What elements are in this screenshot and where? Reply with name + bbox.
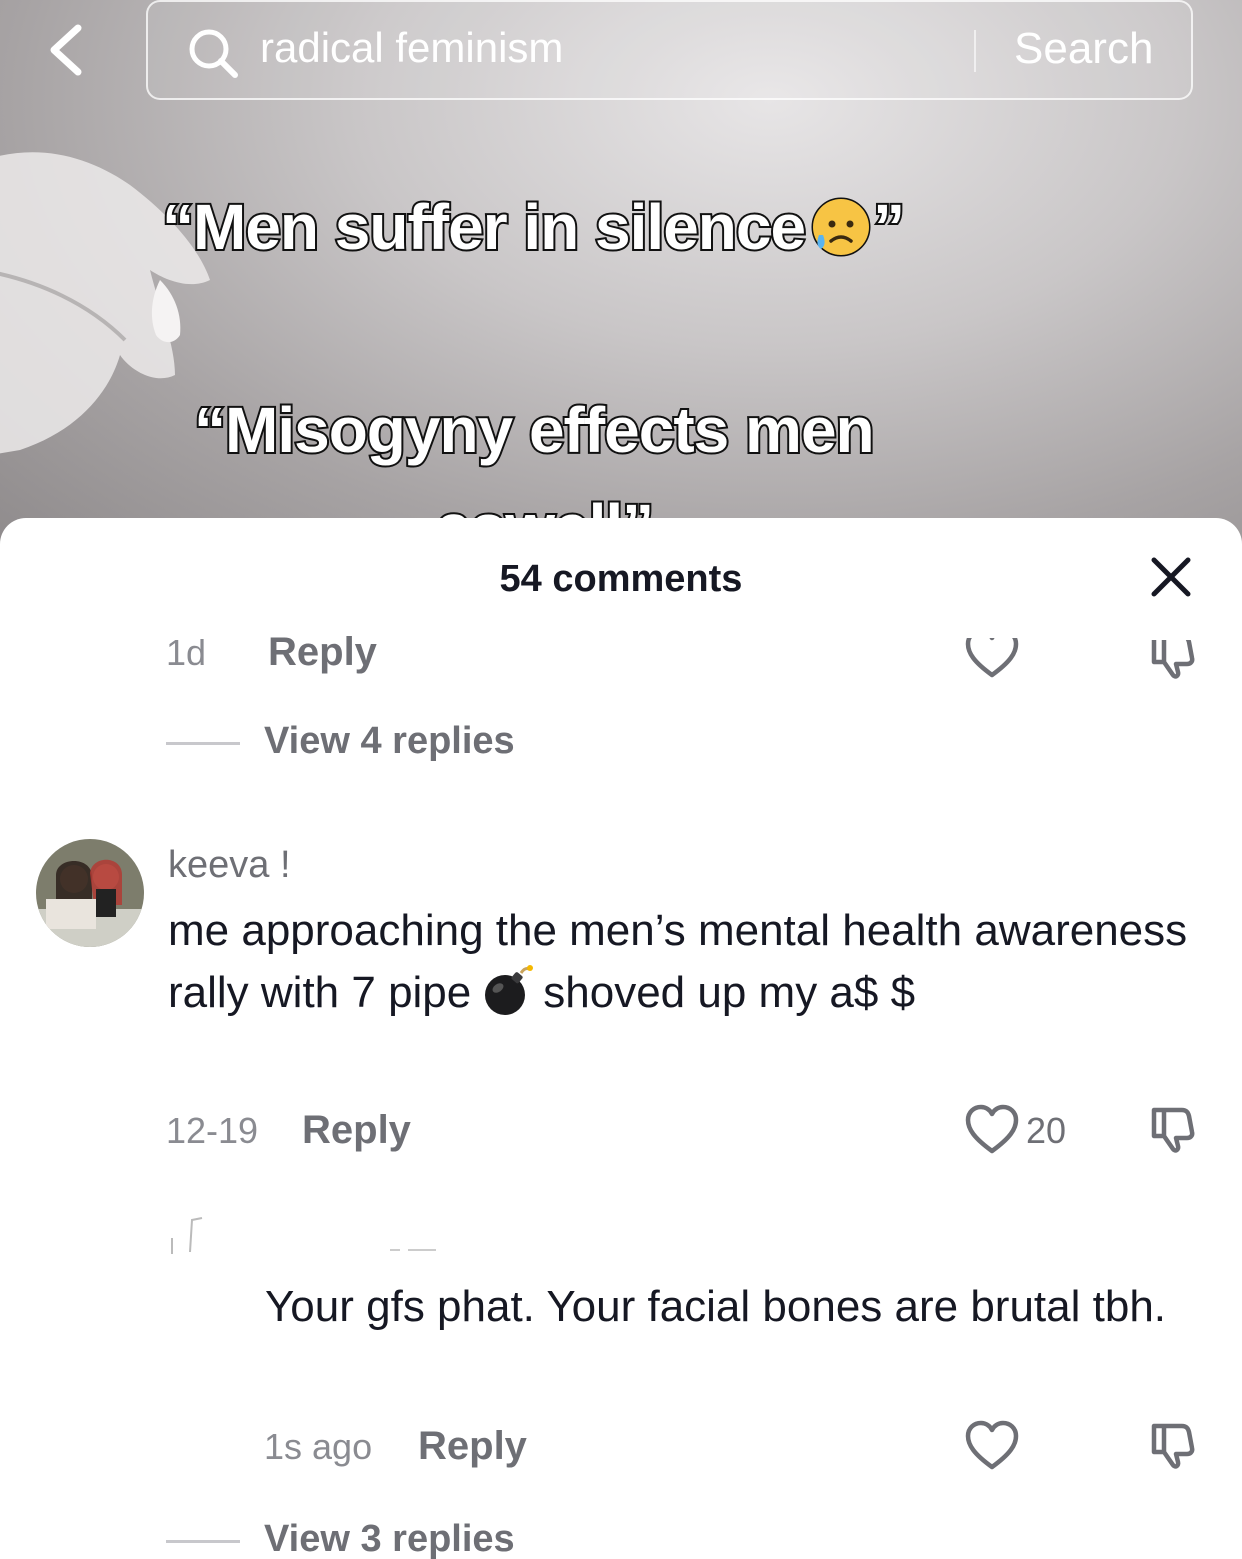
like-count: 20 <box>1026 1110 1067 1151</box>
video-caption-line1: “Men suffer in silence ” <box>160 189 907 265</box>
close-icon <box>1151 557 1191 597</box>
caption-line1-end: ” <box>871 189 907 265</box>
previous-comment-reply-button[interactable]: Reply <box>268 630 377 675</box>
video-caption-line2: “Misogyny effects men <box>192 392 877 468</box>
caption-line1-text: “Men suffer in silence <box>160 189 808 265</box>
video-background[interactable]: radical feminism Search “Men suffer in s… <box>0 0 1242 560</box>
search-input[interactable]: radical feminism <box>260 24 563 72</box>
view-replies-line <box>166 742 240 745</box>
search-icon <box>189 29 238 78</box>
sad-sweat-emoji-icon <box>811 197 871 257</box>
heart-icon[interactable] <box>964 628 1020 680</box>
comment-time: 12-19 <box>166 1110 259 1151</box>
close-button[interactable] <box>1148 554 1194 600</box>
comments-count-title: 54 comments <box>499 558 743 600</box>
search-divider <box>974 30 976 72</box>
search-button[interactable]: Search <box>1014 24 1153 74</box>
avatar[interactable] <box>36 839 144 947</box>
reply-comment-reply-button[interactable]: Reply <box>418 1424 527 1469</box>
dislike-icon[interactable] <box>1146 1420 1196 1470</box>
comment-text-part2: shoved up my a$ $ <box>543 968 916 1017</box>
view-replies-toggle[interactable]: View 4 replies <box>166 720 586 768</box>
comment-reply-button[interactable]: Reply <box>302 1108 411 1153</box>
view-replies-label: View 3 replies <box>264 1518 515 1559</box>
dislike-icon[interactable] <box>1146 630 1196 680</box>
comment-text: me approaching the men’s mental health a… <box>168 900 1208 1024</box>
view-replies-label: View 4 replies <box>264 720 515 762</box>
comment-username[interactable]: keeva ! <box>168 844 291 887</box>
heart-icon[interactable] <box>964 1420 1020 1472</box>
previous-comment-time: 1d <box>166 632 207 673</box>
view-replies-toggle[interactable]: View 3 replies <box>166 1518 586 1559</box>
dislike-icon[interactable] <box>1146 1104 1196 1154</box>
comments-sheet: 54 comments 1d Reply View 4 replies keev… <box>0 518 1242 1559</box>
chevron-left-icon <box>50 24 82 76</box>
view-replies-line <box>166 1540 240 1543</box>
reply-comment-time: 1s ago <box>264 1426 373 1467</box>
bomb-emoji-icon <box>485 965 534 1015</box>
back-button[interactable] <box>40 20 96 80</box>
search-bar[interactable]: radical feminism Search <box>146 0 1193 100</box>
avatar-photo <box>36 839 144 947</box>
redacted-username <box>171 1217 436 1254</box>
reply-comment-text: Your gfs phat. Your facial bones are bru… <box>265 1282 1167 1331</box>
heart-icon[interactable] <box>964 1104 1020 1156</box>
